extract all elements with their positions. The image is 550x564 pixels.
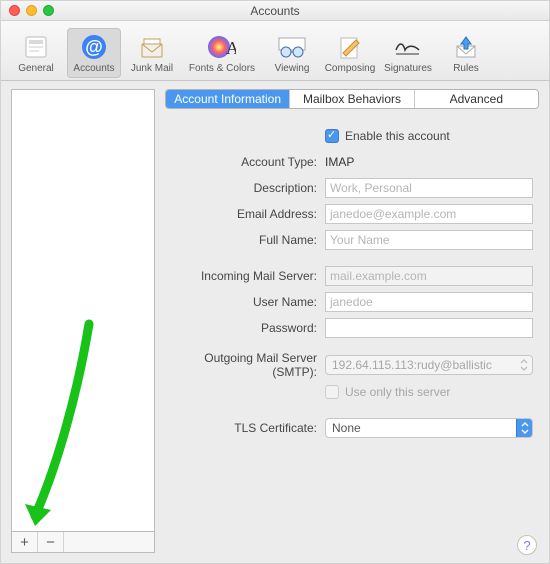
tab-mailbox-behaviors[interactable]: Mailbox Behaviors [290,90,414,108]
username-field[interactable] [325,292,533,312]
tab-account-information[interactable]: Account Information [166,90,290,108]
toolbar-item-general[interactable]: General [9,28,63,78]
account-type-label: Account Type: [167,155,325,169]
add-account-button[interactable]: + [12,532,38,552]
toolbar-item-viewing[interactable]: Viewing [265,28,319,78]
incoming-server-field [325,266,533,286]
toolbar-label: Fonts & Colors [189,63,255,74]
tls-value: None [332,421,361,435]
titlebar: Accounts [1,1,549,21]
use-only-server-checkbox [325,385,339,399]
description-label: Description: [167,181,325,195]
junk-mail-icon [137,33,167,61]
toolbar-label: Signatures [384,63,432,74]
toolbar-label: General [18,63,54,74]
toolbar-item-rules[interactable]: Rules [439,28,493,78]
glasses-icon [277,33,307,61]
toolbar-item-junk[interactable]: Junk Mail [125,28,179,78]
toolbar-label: Rules [453,63,479,74]
accounts-prefs-window: Accounts General @ Accounts Junk Mail [0,0,550,564]
close-window-button[interactable] [9,5,20,16]
account-info-form: Enable this account Account Type: IMAP D… [165,121,539,553]
smtp-popup[interactable]: 192.64.115.113:rudy@ballistic [325,355,533,375]
enable-account-label: Enable this account [345,129,450,143]
enable-account-checkbox[interactable] [325,129,339,143]
password-label: Password: [167,321,325,335]
use-only-server-label: Use only this server [345,385,450,399]
zoom-window-button[interactable] [43,5,54,16]
compose-icon [335,33,365,61]
toolbar-item-fonts-colors[interactable]: A Fonts & Colors [183,28,261,78]
remove-account-button[interactable]: − [38,532,64,552]
signature-icon [393,33,423,61]
window-traffic-lights [1,5,54,16]
help-button[interactable]: ? [517,535,537,555]
rules-icon [451,33,481,61]
list-controls-spacer [64,532,154,552]
svg-text:A: A [226,38,236,58]
toolbar-label: Composing [325,63,376,74]
toolbar-item-accounts[interactable]: @ Accounts [67,28,121,78]
smtp-label: Outgoing Mail Server (SMTP): [167,351,325,379]
svg-text:@: @ [85,37,103,57]
smtp-value: 192.64.115.113:rudy@ballistic [332,358,492,372]
prefs-toolbar: General @ Accounts Junk Mail A Fonts & C… [1,21,549,81]
content-area: + − Account Information Mailbox Behavior… [1,81,549,563]
accounts-sidebar: + − [11,89,155,553]
toolbar-item-composing[interactable]: Composing [323,28,377,78]
account-type-value: IMAP [325,155,354,169]
popup-arrows-icon [516,419,532,437]
general-icon [21,33,51,61]
username-label: User Name: [167,295,325,309]
fonts-colors-icon: A [207,33,237,61]
toolbar-label: Accounts [73,63,114,74]
tab-advanced[interactable]: Advanced [415,90,538,108]
toolbar-label: Viewing [275,63,310,74]
fullname-field[interactable] [325,230,533,250]
tls-label: TLS Certificate: [167,421,325,435]
tls-certificate-popup[interactable]: None [325,418,533,438]
email-field[interactable] [325,204,533,224]
email-label: Email Address: [167,207,325,221]
incoming-server-label: Incoming Mail Server: [167,269,325,283]
window-title: Accounts [1,4,549,18]
list-controls: + − [11,531,155,553]
password-field[interactable] [325,318,533,338]
account-tabs: Account Information Mailbox Behaviors Ad… [165,89,539,109]
accounts-list[interactable] [11,89,155,531]
description-field[interactable] [325,178,533,198]
popup-arrows-icon [516,356,532,374]
fullname-label: Full Name: [167,233,325,247]
toolbar-label: Junk Mail [131,63,173,74]
account-details: Account Information Mailbox Behaviors Ad… [165,89,539,553]
at-sign-icon: @ [79,33,109,61]
toolbar-item-signatures[interactable]: Signatures [381,28,435,78]
minimize-window-button[interactable] [26,5,37,16]
